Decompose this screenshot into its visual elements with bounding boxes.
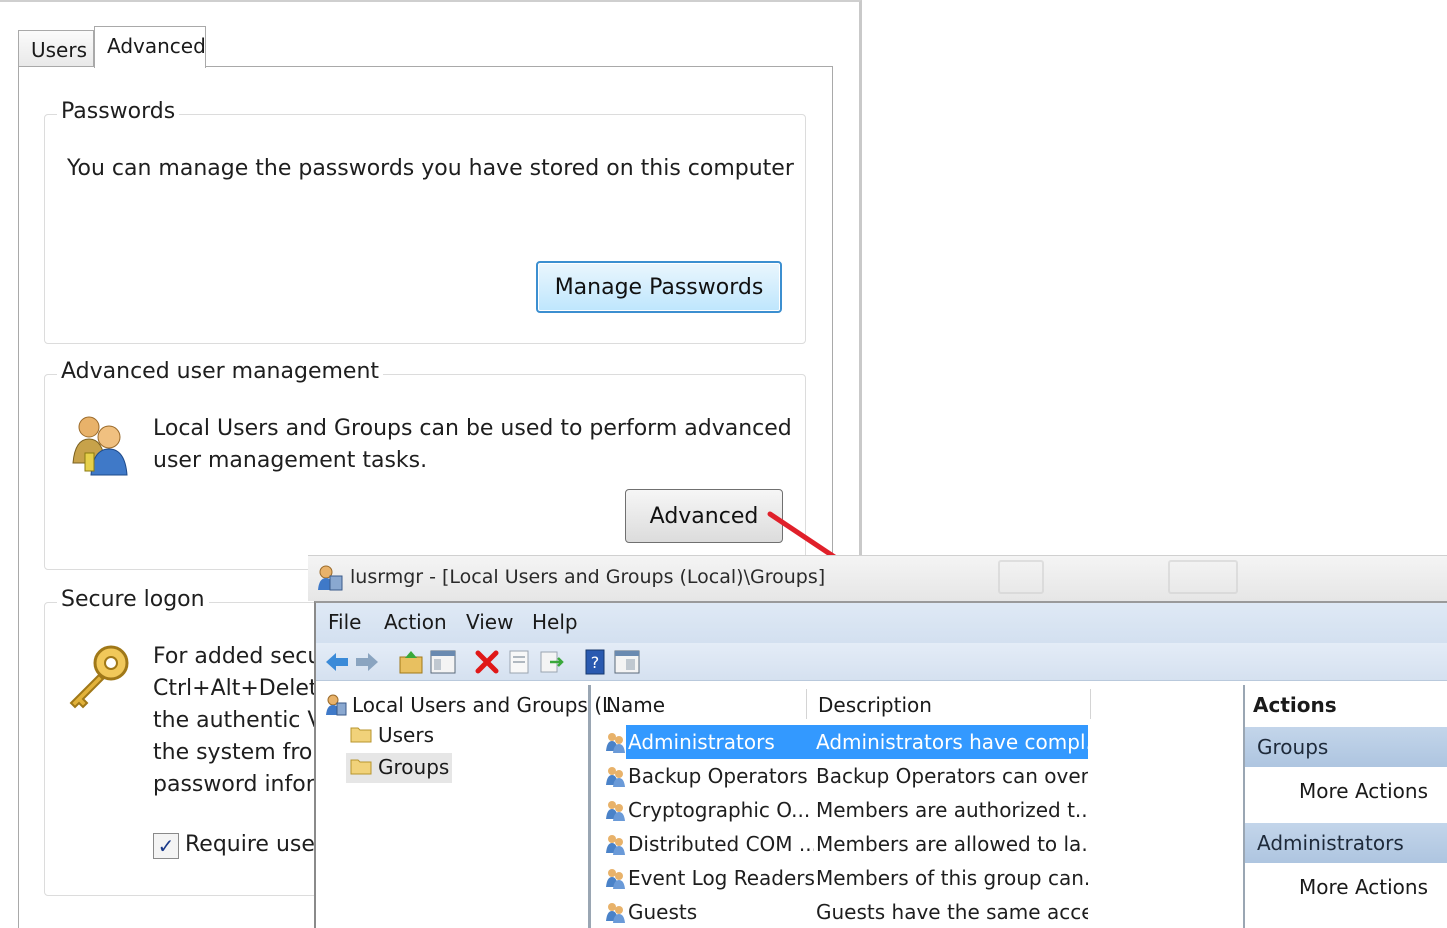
menu-view[interactable]: View [466, 610, 513, 634]
delete-icon[interactable] [472, 647, 502, 677]
table-row[interactable]: Guests Guests have the same acce... [604, 895, 1088, 928]
passwords-group-title: Passwords [57, 99, 180, 124]
aum-description-line1: Local Users and Groups can be used to pe… [153, 416, 792, 441]
tab-advanced[interactable]: Advanced [94, 26, 206, 68]
lusrmgr-app-icon [318, 565, 343, 591]
secure-logon-title: Secure logon [57, 587, 209, 612]
help-icon[interactable]: ? [580, 647, 610, 677]
up-folder-icon[interactable] [396, 647, 426, 677]
aum-group-title: Advanced user management [57, 359, 384, 384]
tree-item-groups[interactable]: Groups [378, 755, 449, 779]
forward-icon[interactable] [352, 647, 382, 677]
table-row[interactable]: Backup Operators Backup Operators can ov… [604, 759, 1088, 793]
secure-logon-line2: Ctrl+Alt+Delet [153, 676, 318, 701]
background-ghost-shape [1168, 560, 1238, 594]
group-name: Administrators [626, 725, 814, 759]
tree-item-users[interactable]: Users [378, 723, 434, 747]
group-icon [606, 903, 625, 923]
properties-icon[interactable] [504, 647, 534, 677]
passwords-group: Passwords You can manage the passwords y… [44, 99, 806, 344]
group-description: Members are allowed to la... [816, 832, 1088, 856]
column-header-name[interactable]: Name [606, 693, 665, 717]
column-divider [806, 689, 807, 719]
menu-file[interactable]: File [328, 610, 361, 634]
aum-description-line2: user management tasks. [153, 448, 428, 473]
mmc-title-bar[interactable]: lusrmgr - [Local Users and Groups (Local… [308, 555, 1447, 601]
secure-logon-line4: the system fror [153, 740, 322, 765]
local-users-groups-icon [326, 694, 347, 716]
advanced-user-management-group: Advanced user management Local Users and… [44, 359, 806, 570]
tree-root-local-users-and-groups[interactable]: Local Users and Groups (L [352, 693, 613, 717]
table-row[interactable]: Event Log Readers Members of this group … [604, 861, 1088, 895]
menu-action[interactable]: Action [384, 610, 447, 634]
column-divider [1090, 689, 1091, 719]
group-icon [606, 801, 625, 821]
group-name: Distributed COM ... [628, 832, 814, 856]
folder-icon [350, 727, 372, 743]
group-name: Event Log Readers [628, 866, 814, 890]
secure-logon-line3: the authentic V [153, 708, 323, 733]
actions-section-groups-label: Groups [1257, 735, 1329, 759]
key-icon [69, 645, 129, 709]
advanced-button-label: Advanced [649, 503, 759, 529]
console-tree: Local Users and Groups (L Users Groups [316, 685, 613, 928]
actions-section-administrators[interactable]: Administrators [1245, 823, 1447, 863]
actions-section-groups[interactable]: Groups [1245, 727, 1447, 767]
tab-advanced-label: Advanced [107, 34, 206, 58]
group-description: Members are authorized t... [816, 798, 1088, 822]
group-description: Guests have the same acce... [816, 900, 1088, 924]
manage-passwords-button[interactable]: Manage Passwords [536, 261, 782, 313]
groups-list: Name Description Administrators Administ… [596, 685, 1244, 928]
group-name: Guests [628, 900, 698, 924]
group-name: Backup Operators [628, 764, 808, 788]
group-name: Cryptographic O... [628, 798, 811, 822]
require-ctrl-alt-del-label: Require use [185, 832, 315, 857]
menu-bar: File Action View Help [316, 603, 1447, 643]
require-ctrl-alt-del-checkbox[interactable]: ✓ [153, 833, 179, 859]
mmc-window-title: lusrmgr - [Local Users and Groups (Local… [350, 566, 826, 588]
background-ghost-shape [998, 560, 1044, 594]
back-icon[interactable] [322, 647, 352, 677]
column-header-description[interactable]: Description [818, 693, 932, 717]
table-row[interactable]: Cryptographic O... Members are authorize… [604, 793, 1088, 827]
table-row[interactable]: Administrators Administrators have compl… [604, 725, 1088, 759]
group-icon [606, 733, 625, 753]
export-list-icon[interactable] [536, 647, 566, 677]
tab-users-label: Users [31, 38, 88, 62]
group-icon [606, 869, 625, 889]
actions-section-administrators-label: Administrators [1257, 831, 1404, 855]
group-description: Members of this group can... [816, 866, 1088, 890]
actions-title: Actions [1253, 693, 1337, 717]
group-icon [606, 835, 625, 855]
actions-pane: Actions Groups More Actions Administrato… [1243, 685, 1447, 928]
mmc-window: File Action View Help ? Local Users and … [314, 601, 1447, 928]
folder-icon [350, 759, 372, 775]
svg-text:?: ? [591, 653, 600, 672]
console-view-icon[interactable] [612, 647, 642, 677]
passwords-description: You can manage the passwords you have st… [67, 156, 794, 181]
group-icon [606, 767, 625, 787]
users-group-icon [72, 416, 128, 476]
secure-logon-line5: password infor [153, 772, 315, 797]
more-actions-link[interactable]: More Actions [1299, 875, 1428, 899]
manage-passwords-label: Manage Passwords [554, 274, 764, 300]
group-description: Backup Operators can over... [816, 764, 1088, 788]
show-hide-tree-icon[interactable] [428, 647, 458, 677]
table-row[interactable]: Distributed COM ... Members are allowed … [604, 827, 1088, 861]
secure-logon-line1: For added secu [153, 644, 322, 669]
toolbar: ? [316, 643, 1447, 681]
group-description: Administrators have compl... [814, 725, 1088, 759]
menu-help[interactable]: Help [532, 610, 578, 634]
tab-users[interactable]: Users [18, 30, 94, 66]
more-actions-link[interactable]: More Actions [1299, 779, 1428, 803]
